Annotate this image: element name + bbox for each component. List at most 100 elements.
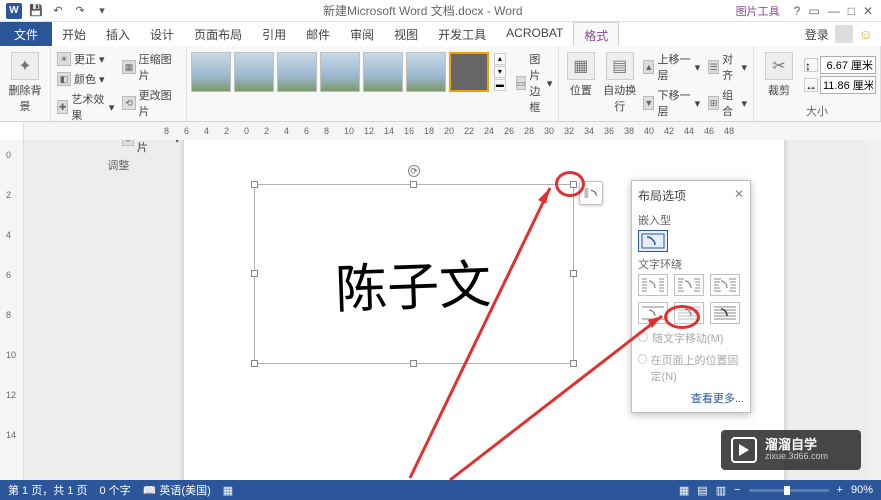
zoom-out-icon[interactable]: −	[734, 484, 740, 496]
style-thumb-6[interactable]	[406, 52, 446, 92]
width-input[interactable]	[820, 76, 876, 94]
picture-border-button[interactable]: ▭图片边框▾	[514, 50, 555, 116]
page-indicator[interactable]: 第 1 页，共 1 页	[8, 482, 87, 498]
corrections-label: 更正	[74, 51, 96, 67]
signature-image: 陈子文	[334, 242, 493, 322]
tab-references[interactable]: 引用	[252, 22, 296, 46]
zoom-slider[interactable]	[749, 489, 829, 492]
tab-review[interactable]: 审阅	[340, 22, 384, 46]
resize-handle-tm[interactable]	[410, 181, 417, 188]
style-thumb-4[interactable]	[320, 52, 360, 92]
zoom-thumb[interactable]	[784, 486, 790, 495]
login-button[interactable]: 登录	[805, 26, 829, 43]
crop-button[interactable]: ✂裁剪	[758, 48, 800, 98]
macro-indicator[interactable]: ▦	[223, 484, 233, 497]
selected-image[interactable]: ⟳ 陈子文	[254, 184, 574, 364]
tab-acrobat[interactable]: ACROBAT	[496, 22, 573, 46]
ribbon-collapse-icon[interactable]: ▭	[808, 4, 819, 18]
login-area: 登录 ☺	[805, 22, 881, 46]
view-print-icon[interactable]: ▦	[679, 484, 689, 497]
zoom-level[interactable]: 90%	[851, 484, 873, 496]
change-pic-icon: ⟲	[122, 96, 135, 110]
tab-format[interactable]: 格式	[573, 22, 619, 46]
vertical-scrollbar[interactable]	[867, 140, 881, 484]
gallery-down-icon[interactable]: ▾	[494, 66, 506, 78]
gallery-up-icon[interactable]: ▴	[494, 53, 506, 65]
tab-home[interactable]: 开始	[52, 22, 96, 46]
dropdown-icon: ▾	[695, 61, 701, 74]
wrap-behind-text[interactable]	[674, 302, 704, 324]
wrap-top-bottom[interactable]	[638, 302, 668, 324]
user-avatar-icon[interactable]	[835, 25, 853, 43]
undo-icon[interactable]: ↶	[50, 3, 66, 19]
help-icon[interactable]: ?	[794, 4, 801, 18]
color-button[interactable]: ◧颜色▾	[55, 70, 116, 88]
maximize-icon[interactable]: □	[848, 4, 855, 18]
height-input[interactable]	[820, 56, 876, 74]
remove-background-button[interactable]: ✦ 删除背景	[4, 48, 46, 114]
wrap-text-button[interactable]: ▤自动换行	[602, 48, 637, 114]
tab-design[interactable]: 设计	[140, 22, 184, 46]
resize-handle-tr[interactable]	[570, 181, 577, 188]
position-button[interactable]: ▦位置	[563, 48, 598, 98]
tab-mailings[interactable]: 邮件	[296, 22, 340, 46]
tab-insert[interactable]: 插入	[96, 22, 140, 46]
close-icon[interactable]: ✕	[863, 4, 873, 18]
artistic-effects-button[interactable]: ✚艺术效果▾	[55, 90, 116, 124]
tab-file[interactable]: 文件	[0, 22, 52, 46]
layout-options-button[interactable]	[579, 181, 603, 205]
wrap-through[interactable]	[710, 274, 740, 296]
picture-style-gallery[interactable]: ▴ ▾ ▬	[191, 48, 506, 92]
resize-handle-mr[interactable]	[570, 270, 577, 277]
word-count[interactable]: 0 个字	[99, 482, 130, 498]
redo-icon[interactable]: ↷	[72, 3, 88, 19]
inline-section-label: 嵌入型	[638, 212, 744, 228]
change-picture-button[interactable]: ⟲更改图片	[120, 86, 181, 120]
gallery-more-icon[interactable]: ▬	[494, 79, 506, 91]
resize-handle-bm[interactable]	[410, 360, 417, 367]
popup-close-icon[interactable]: ✕	[734, 187, 744, 204]
zoom-in-icon[interactable]: +	[837, 484, 843, 496]
wrap-in-front-text[interactable]	[710, 302, 740, 324]
resize-handle-ml[interactable]	[251, 270, 258, 277]
style-thumb-1[interactable]	[191, 52, 231, 92]
vertical-ruler[interactable]: 02468101214	[0, 140, 24, 484]
style-thumb-5[interactable]	[363, 52, 403, 92]
color-label: 颜色	[74, 71, 96, 87]
style-thumb-2[interactable]	[234, 52, 274, 92]
style-thumb-3[interactable]	[277, 52, 317, 92]
corrections-button[interactable]: ☀更正▾	[55, 50, 116, 68]
tab-view[interactable]: 视图	[384, 22, 428, 46]
resize-handle-bl[interactable]	[251, 360, 258, 367]
dropdown-icon: ▾	[99, 53, 105, 66]
word-app-icon[interactable]: W	[6, 3, 22, 19]
resize-handle-tl[interactable]	[251, 181, 258, 188]
tab-developer[interactable]: 开发工具	[428, 22, 496, 46]
view-web-icon[interactable]: ▥	[716, 484, 726, 497]
style-thumb-7-selected[interactable]	[449, 52, 489, 92]
height-field: ↕	[804, 56, 876, 74]
horizontal-ruler[interactable]: 8642024681012141618202224262830323436384…	[24, 122, 881, 140]
bring-forward-button[interactable]: ▲上移一层▾	[641, 50, 702, 84]
fix-on-page-radio: 在页面上的位置固定(N)	[638, 352, 744, 384]
compress-picture-button[interactable]: ▦压缩图片	[120, 50, 181, 84]
send-backward-button[interactable]: ▼下移一层▾	[641, 86, 702, 120]
group-icon: ⊞	[708, 96, 719, 110]
save-icon[interactable]: 💾	[28, 3, 44, 19]
view-read-icon[interactable]: ▤	[697, 484, 707, 497]
qat-dropdown-icon[interactable]: ▾	[94, 3, 110, 19]
rotate-handle[interactable]: ⟳	[408, 165, 420, 177]
group-objects-button[interactable]: ⊞组合▾	[706, 86, 749, 120]
minimize-icon[interactable]: —	[828, 4, 840, 18]
dropdown-icon: ▾	[741, 61, 747, 74]
wrap-square[interactable]	[638, 274, 668, 296]
see-more-link[interactable]: 查看更多...	[638, 390, 744, 406]
tab-page-layout[interactable]: 页面布局	[184, 22, 252, 46]
wrap-inline[interactable]	[638, 230, 668, 252]
language-indicator[interactable]: 📖 英语(美国)	[143, 482, 211, 498]
resize-handle-br[interactable]	[570, 360, 577, 367]
align-button[interactable]: ☰对齐▾	[706, 50, 749, 84]
feedback-smiley-icon[interactable]: ☺	[859, 26, 873, 42]
wrap-tight[interactable]	[674, 274, 704, 296]
artistic-label: 艺术效果	[71, 91, 105, 123]
